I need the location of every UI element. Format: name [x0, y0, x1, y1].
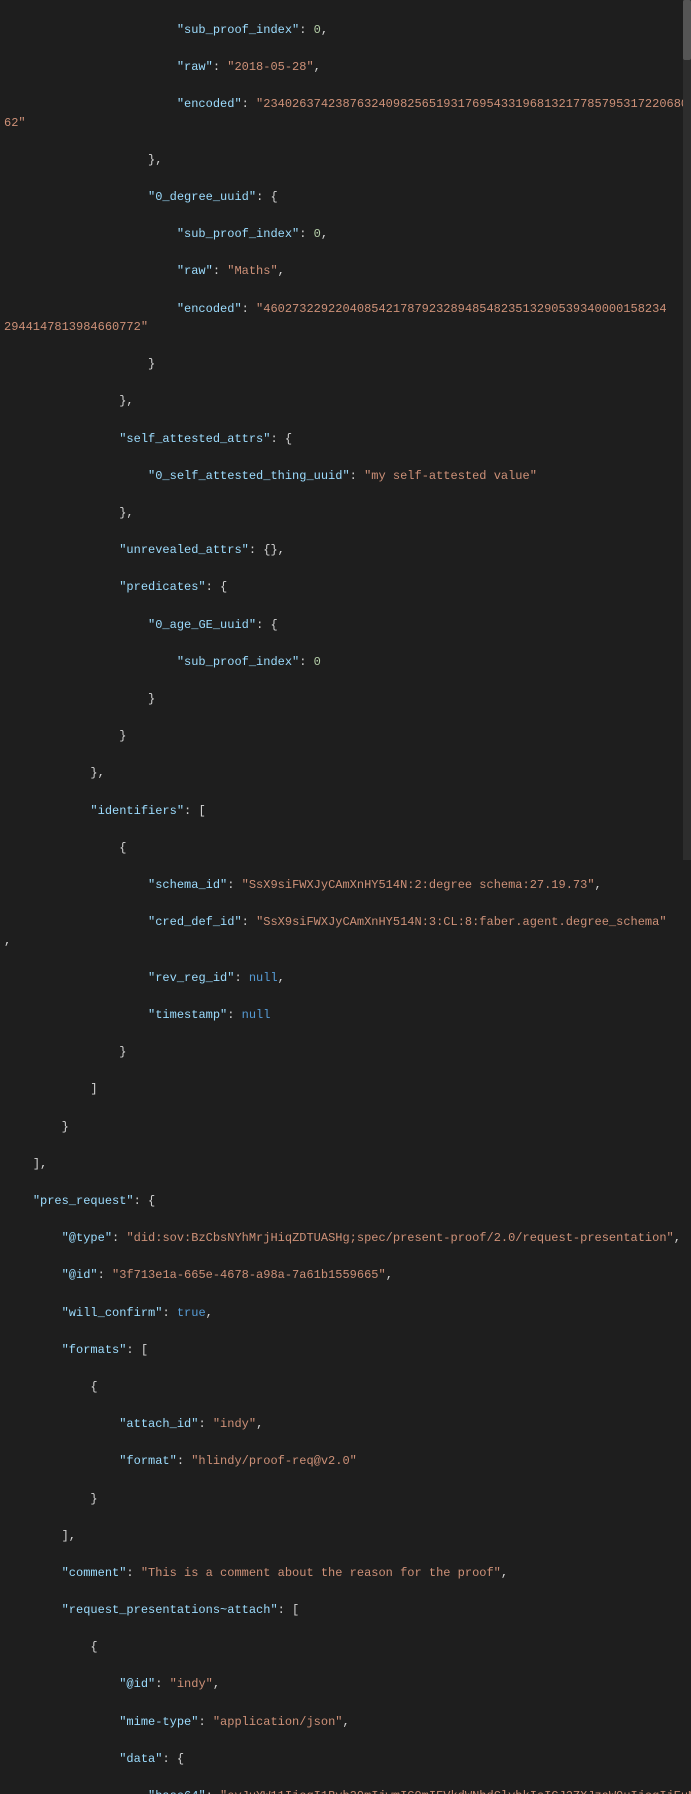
code-line: "base64": "eyJuYW11IjogI1Byb29mIjwmIG9mI…	[0, 1787, 691, 1794]
code-line: }	[0, 727, 691, 746]
code-line: "raw": "2018-05-28",	[0, 58, 691, 77]
code-line: "sub_proof_index": 0,	[0, 225, 691, 244]
code-line: },	[0, 504, 691, 523]
code-line: "identifiers": [	[0, 802, 691, 821]
code-line: "predicates": {	[0, 578, 691, 597]
code-area: "sub_proof_index": 0, "raw": "2018-05-28…	[0, 0, 691, 1794]
code-line: "@id": "indy",	[0, 1675, 691, 1694]
code-line: "encoded": "4602732292204085421787923289…	[0, 300, 691, 337]
code-line: "timestamp": null	[0, 1006, 691, 1025]
code-line: ]	[0, 1080, 691, 1099]
code-line: }	[0, 1490, 691, 1509]
code-line: {	[0, 1638, 691, 1657]
code-line: "0_degree_uuid": {	[0, 188, 691, 207]
code-line: "@id": "3f713e1a-665e-4678-a98a-7a61b155…	[0, 1266, 691, 1285]
code-line: "comment": "This is a comment about the …	[0, 1564, 691, 1583]
code-line: }	[0, 1118, 691, 1137]
code-line: "sub_proof_index": 0	[0, 653, 691, 672]
code-line: "request_presentations~attach": [	[0, 1601, 691, 1620]
code-line: "attach_id": "indy",	[0, 1415, 691, 1434]
code-line: },	[0, 392, 691, 411]
scrollbar-thumb[interactable]	[683, 0, 691, 60]
code-line: "@type": "did:sov:BzCbsNYhMrjHiqZDTUASHg…	[0, 1229, 691, 1248]
scrollbar[interactable]	[683, 0, 691, 860]
code-line: "cred_def_id": "SsX9siFWXJyCAmXnHY514N:3…	[0, 913, 691, 950]
code-line: "rev_reg_id": null,	[0, 969, 691, 988]
code-line: "pres_request": {	[0, 1192, 691, 1211]
code-line: }	[0, 355, 691, 374]
code-line: ],	[0, 1155, 691, 1174]
code-line: {	[0, 1378, 691, 1397]
code-line: "unrevealed_attrs": {},	[0, 541, 691, 560]
code-line: "0_self_attested_thing_uuid": "my self-a…	[0, 467, 691, 486]
code-line: ],	[0, 1527, 691, 1546]
code-line: {	[0, 839, 691, 858]
code-line: "format": "hlindy/proof-req@v2.0"	[0, 1452, 691, 1471]
code-line: "raw": "Maths",	[0, 262, 691, 281]
code-line: "data": {	[0, 1750, 691, 1769]
code-line: "self_attested_attrs": {	[0, 430, 691, 449]
code-line: "schema_id": "SsX9siFWXJyCAmXnHY514N:2:d…	[0, 876, 691, 895]
code-line: },	[0, 764, 691, 783]
terminal: "sub_proof_index": 0, "raw": "2018-05-28…	[0, 0, 691, 1794]
code-line: }	[0, 1043, 691, 1062]
code-line: "sub_proof_index": 0,	[0, 21, 691, 40]
code-line: "mime-type": "application/json",	[0, 1713, 691, 1732]
code-line: "will_confirm": true,	[0, 1304, 691, 1323]
code-line: "formats": [	[0, 1341, 691, 1360]
code-line: },	[0, 151, 691, 170]
code-line: "0_age_GE_uuid": {	[0, 616, 691, 635]
code-line: "encoded": "2340263742387632409825651931…	[0, 95, 691, 132]
code-line: }	[0, 690, 691, 709]
